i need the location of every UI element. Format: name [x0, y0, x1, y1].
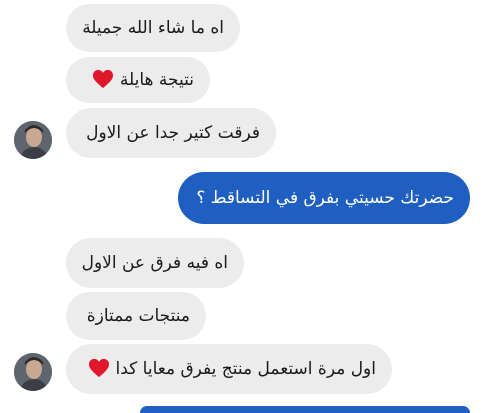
red-heart-icon: [88, 358, 110, 378]
message-text: اول مرة استعمل منتج يفرق معايا كدا: [115, 359, 376, 379]
message-bubble-outgoing[interactable]: حضرتك حسيتي بفرق في التساقط ؟: [178, 172, 470, 224]
message-bubble-incoming[interactable]: اه ما شاء الله جميلة: [66, 4, 240, 52]
contact-avatar[interactable]: [14, 353, 52, 391]
red-heart-icon: [92, 69, 114, 89]
message-bubble-incoming[interactable]: فرقت كتير جدا عن الاول: [66, 108, 276, 158]
message-bubble-incoming[interactable]: اول مرة استعمل منتج يفرق معايا كدا: [66, 344, 392, 394]
message-bubble-incoming[interactable]: نتيجة هايلة: [66, 57, 210, 103]
message-text: اه فيه فرق عن الاول: [81, 253, 228, 273]
message-bubble-incoming[interactable]: اه فيه فرق عن الاول: [66, 238, 244, 288]
message-text: حضرتك حسيتي بفرق في التساقط ؟: [196, 188, 454, 208]
message-bubble-incoming[interactable]: منتجات ممتازة: [66, 292, 206, 340]
message-bubble-outgoing-partial[interactable]: [140, 406, 470, 413]
message-text: اه ما شاء الله جميلة: [82, 18, 224, 38]
message-text: نتيجة هايلة: [119, 70, 194, 90]
message-text: منتجات ممتازة: [86, 306, 190, 326]
message-text: فرقت كتير جدا عن الاول: [86, 123, 260, 143]
contact-avatar[interactable]: [14, 121, 52, 159]
